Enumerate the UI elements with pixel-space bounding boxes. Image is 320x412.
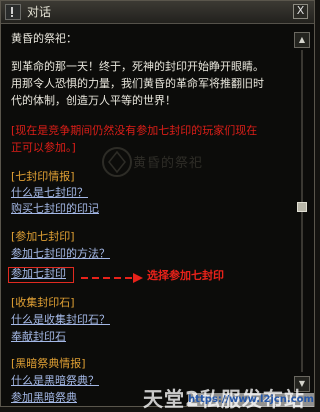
arrow-icon (81, 273, 143, 283)
link-what-is-seven-seals[interactable]: 什么是七封印？ (11, 186, 88, 200)
intro-line: 代的体制，创造万人平等的世界！ (11, 94, 176, 107)
link-offer-seal-stones[interactable]: 奉献封印石 (11, 330, 66, 344)
title-bar[interactable]: 对话 X (1, 1, 314, 24)
link-what-is-dark-festival[interactable]: 什么是黑暗祭典？ (11, 374, 99, 388)
vertical-scrollbar[interactable]: ▲ ▼ (294, 26, 310, 404)
section-header-seal-stones: [收集封印石] (11, 296, 75, 309)
npc-name: 黄昏的祭祀： (11, 32, 77, 45)
emblem-text: 黄昏的祭祀 (133, 156, 204, 171)
annotation-label: 选择参加七封印 (147, 269, 224, 282)
link-how-to-join[interactable]: 参加七封印的方法？ (11, 247, 110, 261)
intro-line: 用那令人恐惧的力量，我们黄昏的革命军将推翻旧时 (11, 77, 264, 90)
faded-emblem: 黄昏的祭祀 (101, 144, 211, 180)
dialog-window: 对话 X 黄昏的祭祀 黄昏的祭祀： 到革命的那一天！终于，死神的封印开始睁开眼睛… (0, 0, 315, 407)
site-url: https://www.l2jcn.com (188, 393, 314, 407)
highlight-box (8, 267, 74, 283)
window-title: 对话 (27, 5, 52, 19)
notice-line: [现在是竞争期间仍然没有参加七封印的玩家们现在 (11, 124, 258, 137)
link-join-dark-festival[interactable]: 参加黑暗祭典 (11, 391, 77, 405)
dialog-content: 黄昏的祭祀 黄昏的祭祀： 到革命的那一天！终于，死神的封印开始睁开眼睛。 用那令… (1, 24, 291, 406)
exclamation-icon (5, 4, 21, 20)
notice-line: 正可以参加。] (11, 141, 76, 154)
scroll-thumb[interactable] (297, 202, 307, 212)
link-buy-seal-mark[interactable]: 购买七封印的印记 (11, 202, 99, 216)
link-what-is-seal-stones[interactable]: 什么是收集封印石？ (11, 313, 110, 327)
intro-line: 到革命的那一天！终于，死神的封印开始睁开眼睛。 (11, 60, 264, 73)
section-header-join-seals: [参加七封印] (11, 230, 75, 243)
close-button[interactable]: X (293, 4, 308, 19)
section-header-dark-festival: [黑暗祭典情报] (11, 357, 86, 370)
section-header-seal-info: [七封印情报] (11, 170, 75, 183)
scroll-up-button[interactable]: ▲ (294, 32, 310, 48)
